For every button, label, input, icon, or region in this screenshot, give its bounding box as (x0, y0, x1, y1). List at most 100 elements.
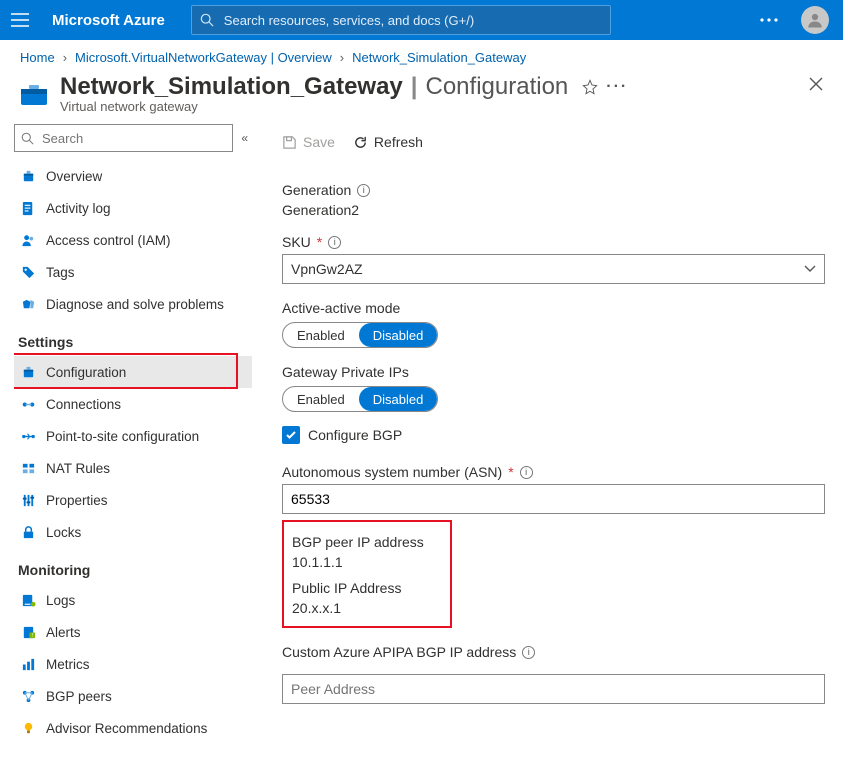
gateway-private-ips-toggle[interactable]: Enabled Disabled (282, 386, 438, 412)
resource-menu: « Overview Activity log Access control (… (0, 120, 256, 750)
sidebar-item-label: Connections (46, 397, 121, 412)
sidebar-item-label: Locks (46, 525, 81, 540)
generation-value: Generation2 (282, 202, 825, 218)
bgp-peer-ip-value: 10.1.1.1 (292, 554, 424, 570)
sidebar-item-tags[interactable]: Tags (14, 256, 252, 288)
ellipsis-icon (760, 18, 778, 22)
configuration-icon (20, 364, 36, 380)
breadcrumb-resource[interactable]: Network_Simulation_Gateway (352, 50, 526, 65)
more-menu-button[interactable] (751, 0, 787, 40)
sidebar-item-nat-rules[interactable]: NAT Rules (14, 452, 252, 484)
sidebar-item-locks[interactable]: Locks (14, 516, 252, 548)
page-header: Network_Simulation_Gateway | Configurati… (0, 71, 843, 120)
sidebar-item-label: Access control (IAM) (46, 233, 171, 248)
public-ip-value: 20.x.x.1 (292, 600, 424, 616)
sidebar-item-access-control[interactable]: Access control (IAM) (14, 224, 252, 256)
connections-icon (20, 396, 36, 412)
peer-address-input[interactable] (282, 674, 825, 704)
sidebar-item-label: BGP peers (46, 689, 112, 704)
sidebar-item-label: Point-to-site configuration (46, 429, 199, 444)
close-blade-button[interactable] (809, 77, 823, 91)
sidebar-item-configuration[interactable]: Configuration (14, 356, 252, 388)
access-control-icon (20, 232, 36, 248)
advisor-icon (20, 720, 36, 736)
global-search-input[interactable] (222, 12, 602, 29)
info-icon[interactable]: i (522, 646, 535, 659)
menu-button[interactable] (0, 0, 40, 40)
sidebar-item-label: NAT Rules (46, 461, 110, 476)
gateway-resource-icon (18, 79, 50, 111)
sidebar-item-label: Properties (46, 493, 108, 508)
sidebar-item-overview[interactable]: Overview (14, 160, 252, 192)
global-search[interactable] (191, 5, 611, 35)
toggle-disabled-option[interactable]: Disabled (359, 323, 438, 347)
refresh-button[interactable]: Refresh (353, 134, 423, 150)
sidebar-item-label: Tags (46, 265, 75, 280)
refresh-icon (353, 135, 368, 150)
sku-label: SKU (282, 234, 311, 250)
sidebar-item-alerts[interactable]: ! Alerts (14, 616, 252, 648)
azure-topbar: Microsoft Azure (0, 0, 843, 40)
configure-bgp-checkbox[interactable] (282, 426, 300, 444)
collapse-menu-button[interactable]: « (241, 131, 248, 145)
more-actions-button[interactable]: ··· (606, 78, 628, 96)
toggle-enabled-option[interactable]: Enabled (283, 323, 359, 347)
info-icon[interactable]: i (357, 184, 370, 197)
user-avatar[interactable] (801, 6, 829, 34)
sku-select[interactable]: VpnGw2AZ (282, 254, 825, 284)
sidebar-item-point-to-site[interactable]: Point-to-site configuration (14, 420, 252, 452)
sidebar-item-label: Advisor Recommendations (46, 721, 207, 736)
close-icon (809, 77, 823, 91)
chevron-right-icon: › (63, 50, 67, 65)
active-active-label: Active-active mode (282, 300, 400, 316)
configuration-pane: Save Refresh Generation i Generation2 SK… (256, 120, 843, 750)
highlight-annotation: BGP peer IP address 10.1.1.1 Public IP A… (282, 520, 452, 628)
sidebar-item-diagnose[interactable]: Diagnose and solve problems (14, 288, 252, 320)
locks-icon (20, 524, 36, 540)
public-ip-label: Public IP Address (292, 580, 424, 596)
activity-log-icon (20, 200, 36, 216)
sidebar-item-logs[interactable]: Logs (14, 584, 252, 616)
breadcrumb: Home › Microsoft.VirtualNetworkGateway |… (0, 40, 843, 71)
save-button[interactable]: Save (282, 134, 335, 150)
favorite-star-button[interactable] (582, 79, 598, 95)
tags-icon (20, 264, 36, 280)
sidebar-item-advisor[interactable]: Advisor Recommendations (14, 712, 252, 744)
sidebar-item-activity-log[interactable]: Activity log (14, 192, 252, 224)
toggle-disabled-option[interactable]: Disabled (359, 387, 438, 411)
generation-label: Generation (282, 182, 351, 198)
chevron-down-icon (804, 265, 816, 273)
active-active-toggle[interactable]: Enabled Disabled (282, 322, 438, 348)
sidebar-item-label: Logs (46, 593, 75, 608)
info-icon[interactable]: i (520, 466, 533, 479)
sidebar-item-metrics[interactable]: Metrics (14, 648, 252, 680)
save-icon (282, 135, 297, 150)
diagnose-icon (20, 296, 36, 312)
search-icon (200, 13, 214, 27)
properties-icon (20, 492, 36, 508)
page-title: Network_Simulation_Gateway (60, 73, 403, 101)
sidebar-item-label: Alerts (46, 625, 81, 640)
breadcrumb-overview[interactable]: Microsoft.VirtualNetworkGateway | Overvi… (75, 50, 332, 65)
person-icon (806, 11, 824, 29)
menu-search-input[interactable] (40, 130, 226, 147)
sidebar-item-properties[interactable]: Properties (14, 484, 252, 516)
sidebar-item-label: Activity log (46, 201, 111, 216)
page-subtitle: Virtual network gateway (60, 99, 799, 114)
toggle-enabled-option[interactable]: Enabled (283, 387, 359, 411)
page-section: Configuration (426, 73, 569, 101)
sidebar-item-bgp-peers[interactable]: BGP peers (14, 680, 252, 712)
breadcrumb-home[interactable]: Home (20, 50, 55, 65)
check-icon (285, 429, 297, 441)
info-icon[interactable]: i (328, 236, 341, 249)
sidebar-section-settings: Settings (18, 334, 252, 350)
asn-label: Autonomous system number (ASN) (282, 464, 502, 480)
menu-search[interactable] (14, 124, 233, 152)
sidebar-item-connections[interactable]: Connections (14, 388, 252, 420)
p2s-icon (20, 428, 36, 444)
bgp-peer-ip-label: BGP peer IP address (292, 534, 424, 550)
bgp-peers-icon (20, 688, 36, 704)
sidebar-item-label: Diagnose and solve problems (46, 297, 224, 312)
asn-input[interactable] (282, 484, 825, 514)
search-icon (21, 132, 34, 145)
